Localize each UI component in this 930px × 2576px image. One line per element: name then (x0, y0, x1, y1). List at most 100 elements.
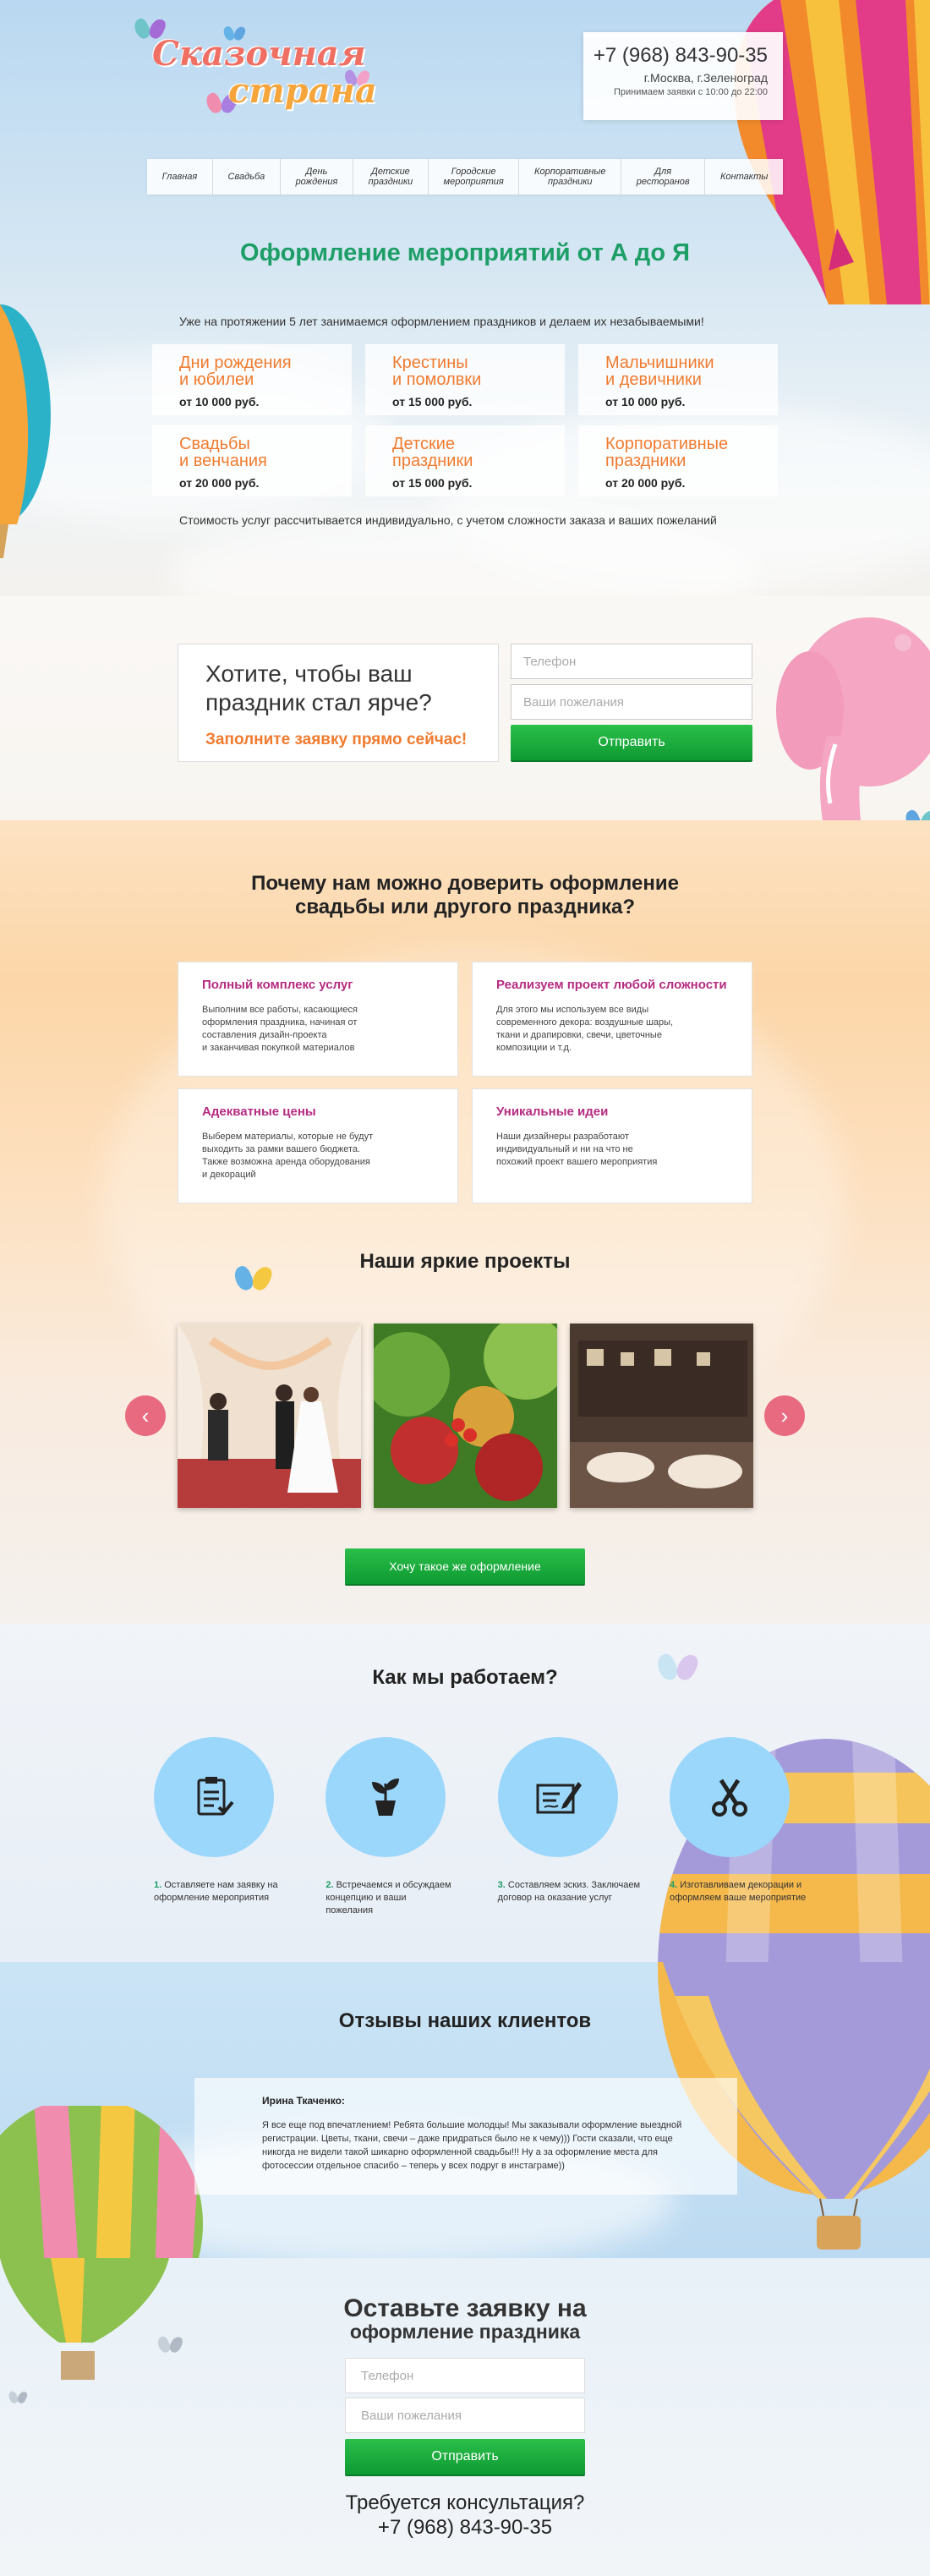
logo[interactable]: Сказочная страна (127, 19, 380, 120)
project-photo-wedding[interactable] (178, 1324, 361, 1508)
price-card-price: от 10 000 руб. (605, 395, 686, 408)
price-card-price: от 10 000 руб. (179, 395, 260, 408)
order-wishes-input[interactable] (345, 2398, 585, 2433)
price-card-title: Детские праздники (392, 435, 473, 470)
steps: 1. Оставляете нам заявку на оформление м… (144, 1737, 820, 1917)
price-card-title: Корпоративные праздники (605, 435, 729, 470)
review-card: Ирина Ткаченко: Я все еще под впечатлени… (194, 2078, 737, 2195)
wishes-input[interactable] (511, 684, 752, 720)
features-grid: Полный комплекс услуг Выполним все работ… (178, 962, 752, 1203)
submit-button[interactable]: Отправить (511, 725, 752, 760)
logo-text-line2: страна (228, 71, 377, 111)
consult-title: Требуется консультация? (345, 2491, 585, 2514)
price-card-title: Мальчишники и девичники (605, 354, 714, 389)
step-text: 2. Встречаемся и обсуждаем концепцию и в… (315, 1879, 476, 1917)
header-hours: Принимаем заявки с 10:00 до 22:00 (613, 87, 768, 97)
step-number: 4. (669, 1880, 678, 1890)
step-description: Оставляете нам заявку на оформление меро… (154, 1880, 278, 1903)
checklist-icon (197, 1777, 234, 1816)
order-title: Оставьте заявку на (343, 2294, 587, 2322)
feature-card: Адекватные цены Выберем материалы, котор… (178, 1088, 458, 1203)
feature-card: Уникальные идеи Наши дизайнеры разработа… (472, 1088, 752, 1203)
step: 3. Составляем эскиз. Заключаем договор н… (488, 1737, 648, 1917)
step-text: 1. Оставляете нам заявку на оформление м… (144, 1879, 304, 1905)
logo-text-line1: Сказочная (152, 34, 366, 74)
order-subtitle: оформление праздника (349, 2321, 581, 2343)
price-card[interactable]: Дни рождения и юбилеи от 10 000 руб. (152, 344, 352, 415)
feature-title: Реализуем проект любой сложности (496, 978, 727, 992)
nav-item-wedding[interactable]: Свадьба (213, 159, 281, 195)
projects-gallery (178, 1324, 754, 1508)
gallery-next-button[interactable]: › (764, 1395, 805, 1436)
price-card[interactable]: Крестины и помолвки от 15 000 руб. (365, 344, 565, 415)
price-card[interactable]: Мальчишники и девичники от 10 000 руб. (578, 344, 778, 415)
step: 2. Встречаемся и обсуждаем концепцию и в… (315, 1737, 476, 1917)
footer-phone[interactable]: +7 (968) 843-90-35 (0, 2516, 930, 2540)
price-card[interactable]: Детские праздники от 15 000 руб. (365, 425, 565, 496)
price-card-title: Крестины и помолвки (392, 354, 482, 389)
main-nav: Главная Свадьба День рождения Детские пр… (147, 159, 783, 195)
why-title: Почему нам можно доверить оформление сва… (251, 872, 679, 918)
price-card-price: от 15 000 руб. (392, 395, 473, 408)
step-number: 1. (154, 1880, 162, 1890)
feature-text: Для этого мы используем все виды совреме… (496, 1005, 674, 1053)
order-phone-input[interactable] (345, 2358, 585, 2393)
order-submit-button[interactable]: Отправить (345, 2439, 585, 2475)
price-card[interactable]: Корпоративные праздники от 20 000 руб. (578, 425, 778, 496)
how-title: Как мы работаем? (372, 1666, 558, 1689)
step-circle (326, 1737, 446, 1857)
price-card-price: от 15 000 руб. (392, 476, 473, 490)
review-author: Ирина Ткаченко: (262, 2095, 345, 2107)
gallery-prev-button[interactable]: ‹ (125, 1395, 166, 1436)
feature-card: Полный комплекс услуг Выполним все работ… (178, 962, 458, 1077)
step-text: 4. Изготавливаем декорации и оформляем в… (659, 1879, 820, 1905)
price-card-price: от 20 000 руб. (605, 476, 686, 490)
price-card-title: Дни рождения и юбилеи (179, 354, 292, 389)
hero-intro: Уже на протяжении 5 лет занимаемся оформ… (179, 315, 704, 328)
price-card[interactable]: Свадьбы и венчания от 20 000 руб. (152, 425, 352, 496)
step-circle (669, 1737, 790, 1857)
step: 1. Оставляете нам заявку на оформление м… (144, 1737, 304, 1917)
step-description: Составляем эскиз. Заключаем договор на о… (497, 1880, 641, 1903)
plant-icon (372, 1779, 400, 1816)
nav-item-home[interactable]: Главная (147, 159, 213, 195)
feature-text: Наши дизайнеры разработают индивидуальны… (496, 1132, 658, 1167)
nav-item-kids[interactable]: Детские праздники (353, 159, 429, 195)
header-city: г.Москва, г.Зеленоград (643, 71, 768, 85)
nav-item-birthday[interactable]: День рождения (281, 159, 354, 195)
nav-item-city-events[interactable]: Городские мероприятия (429, 159, 520, 195)
price-card-price: от 20 000 руб. (179, 476, 260, 490)
header-phone[interactable]: +7 (968) 843-90-35 (583, 44, 768, 68)
step-number: 2. (326, 1880, 334, 1890)
balloon-left-image (0, 304, 51, 558)
cta-question: Хотите, чтобы ваш праздник стал ярче? (205, 660, 432, 715)
step-text: 3. Составляем эскиз. Заключаем договор н… (488, 1879, 648, 1905)
nav-item-corporate[interactable]: Корпоративные праздники (519, 159, 622, 195)
step-number: 3. (497, 1880, 506, 1890)
step-circle (497, 1737, 618, 1857)
pricing-note: Стоимость услуг рассчитывается индивидуа… (179, 513, 717, 527)
project-photo-restaurant[interactable] (570, 1324, 753, 1508)
projects-title: Наши яркие проекты (359, 1250, 571, 1273)
nav-item-restaurants[interactable]: Для ресторанов (621, 159, 706, 195)
contract-sign-icon (536, 1782, 582, 1814)
step: 4. Изготавливаем декорации и оформляем в… (659, 1737, 820, 1917)
page-title: Оформление мероприятий от А до Я (240, 239, 690, 266)
scissors-icon (711, 1779, 747, 1817)
phone-input[interactable] (511, 644, 752, 679)
step-circle (154, 1737, 274, 1857)
cta-subtitle: Заполните заявку прямо сейчас! (205, 731, 468, 748)
feature-title: Полный комплекс услуг (202, 978, 353, 992)
feature-title: Адекватные цены (202, 1104, 316, 1119)
contact-box: +7 (968) 843-90-35 г.Москва, г.Зеленогра… (583, 32, 783, 120)
step-description: Встречаемся и обсуждаем концепцию и ваши… (326, 1880, 451, 1916)
price-grid: Дни рождения и юбилеи от 10 000 руб. Кре… (152, 344, 778, 496)
butterfly-icon (9, 2392, 26, 2406)
review-text: Я все еще под впечатлением! Ребята больш… (262, 2120, 682, 2171)
nav-item-contacts[interactable]: Контакты (705, 159, 783, 195)
step-description: Изготавливаем декорации и оформляем ваше… (669, 1880, 807, 1903)
price-card-title: Свадьбы и венчания (179, 435, 267, 470)
project-photo-fruit[interactable] (374, 1324, 557, 1508)
want-same-button[interactable]: Хочу такое же оформление (345, 1548, 585, 1584)
cta-box: Хотите, чтобы ваш праздник стал ярче? За… (178, 644, 499, 762)
